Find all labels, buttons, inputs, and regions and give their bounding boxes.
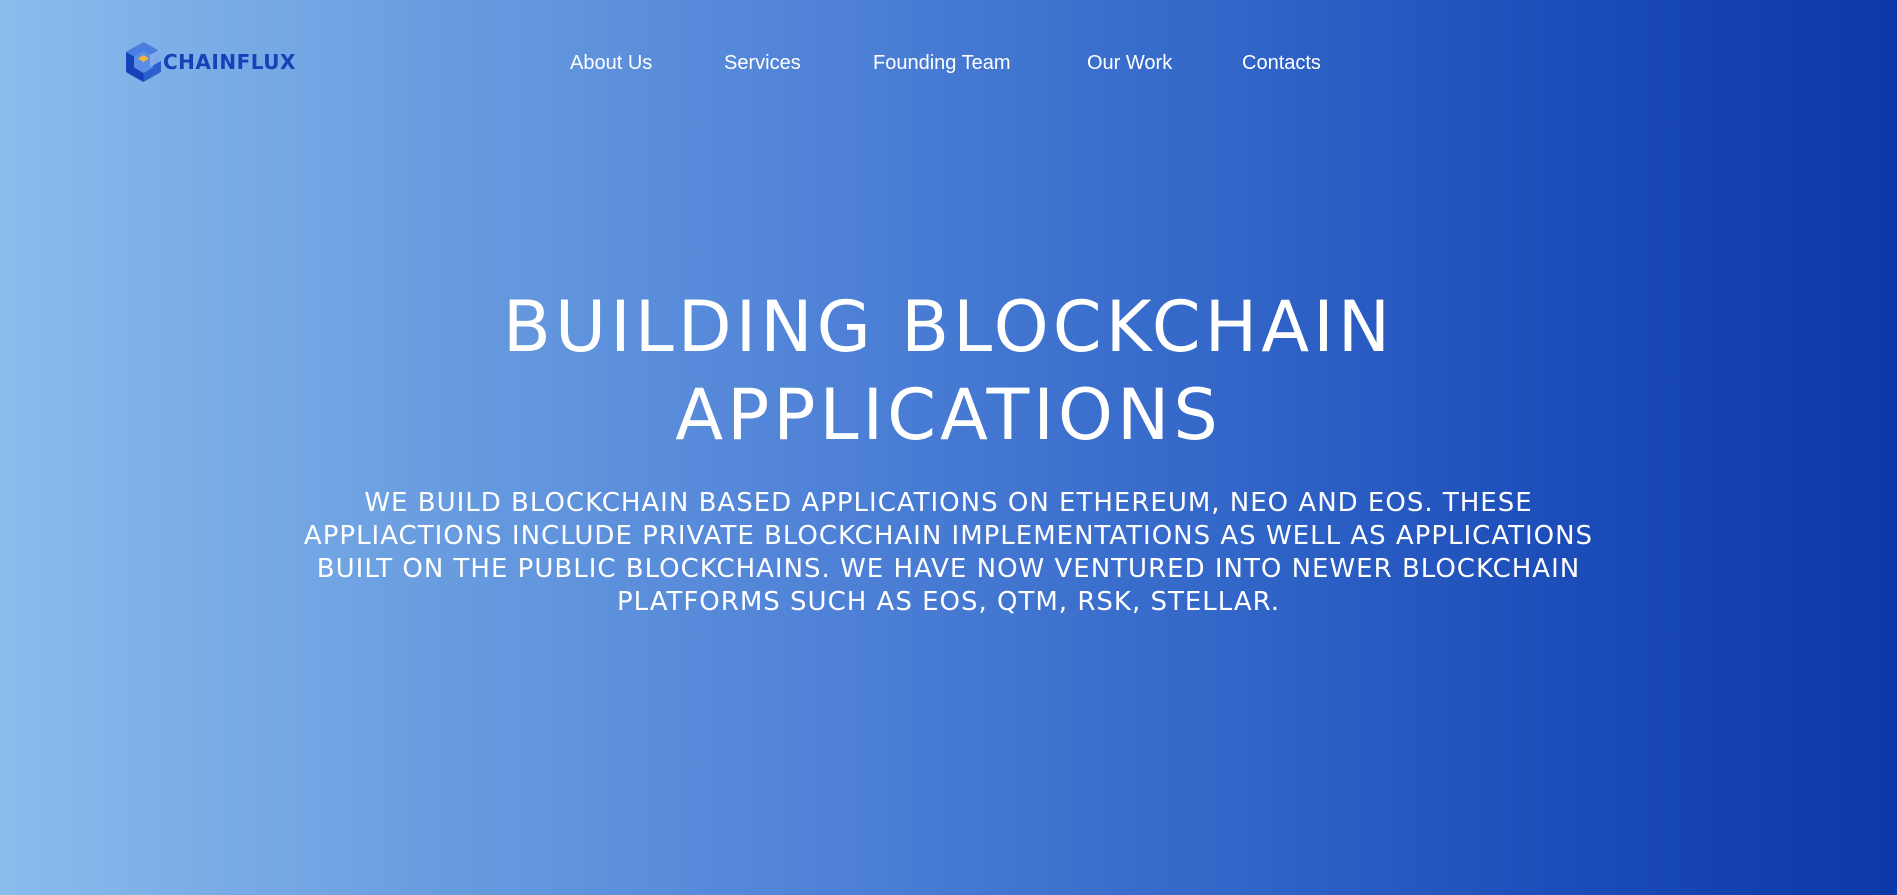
hero-subtitle-line-2: APPLIACTIONS INCLUDE PRIVATE BLOCKCHAIN … [303,521,1594,551]
nav-link-founding-team[interactable]: Founding Team [873,48,1011,78]
main-nav: About Us Services Founding Team Our Work… [0,48,1897,78]
hero-title-line-2: APPLICATIONS [675,374,1222,456]
hero-title-line-1: BUILDING BLOCKCHAIN [502,286,1395,368]
nav-link-our-work[interactable]: Our Work [1087,48,1172,78]
hero-section: BUILDING BLOCKCHAIN APPLICATIONS WE BUIL… [0,283,1897,619]
hero-subtitle-line-4: PLATFORMS SUCH AS EOS, QTM, RSK, STELLAR… [616,587,1281,617]
nav-link-about-us[interactable]: About Us [570,48,652,78]
hero-subtitle: WE BUILD BLOCKCHAIN BASED APPLICATIONS O… [249,487,1649,619]
nav-link-services[interactable]: Services [724,48,801,78]
hero-title: BUILDING BLOCKCHAIN APPLICATIONS [349,283,1549,459]
hero-subtitle-line-3: BUILT ON THE PUBLIC BLOCKCHAINS. WE HAVE… [316,554,1581,584]
nav-link-contacts[interactable]: Contacts [1242,48,1321,78]
hero-subtitle-line-1: WE BUILD BLOCKCHAIN BASED APPLICATIONS O… [364,488,1533,518]
